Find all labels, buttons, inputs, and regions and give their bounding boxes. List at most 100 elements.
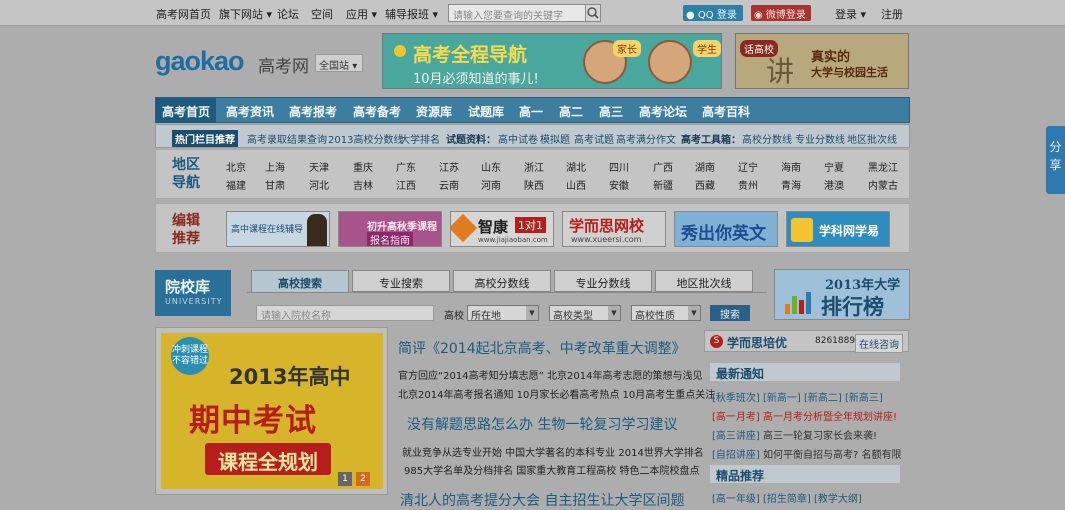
city-link[interactable]: 辽宁	[738, 159, 758, 174]
news-line[interactable]: 985大学名单及分档排名 国家重大教育工程高校 特色二本院校盘点	[404, 462, 699, 477]
qq-login-button[interactable]: ● QQ 登录	[683, 5, 743, 21]
tools-link[interactable]: 专业分数线	[795, 131, 845, 146]
nav-tab[interactable]: 高考首页	[156, 98, 217, 123]
nav-tab[interactable]: 高考资讯	[226, 103, 274, 120]
nature-select[interactable]: 高校性质 ▼	[631, 305, 701, 322]
midterm-promo-banner[interactable]: 冲刺课程 不容错过 2013年高中 期中考试 课程全规划 1 2	[155, 327, 388, 495]
city-link[interactable]: 湖南	[695, 159, 715, 174]
exam-link[interactable]: 高中试卷	[498, 131, 538, 146]
register-link[interactable]: 注册	[881, 6, 903, 22]
city-link[interactable]: 河北	[309, 177, 329, 192]
ad-autumn-course[interactable]: 初升高秋季课程 报名指南	[338, 211, 442, 247]
nav-tab[interactable]: 高三	[599, 103, 623, 120]
notice-item[interactable]: [高一月考] 高一月考分析暨全年规划讲座!	[712, 408, 897, 423]
city-link[interactable]: 北京	[226, 159, 246, 174]
news-headline[interactable]: 没有解题思路怎么办 生物一轮复习学习建议	[407, 414, 677, 434]
weibo-login-button[interactable]: ◉ 微博登录	[751, 5, 811, 21]
news-line[interactable]: 北京2014年高考报名通知 10月家长必看高考热点 10月高考生重点关注	[398, 386, 715, 401]
online-consult-button[interactable]: 在线咨询	[855, 334, 903, 353]
city-link[interactable]: 海南	[781, 159, 801, 174]
ad-zxxk[interactable]: 学科网学易	[786, 211, 890, 247]
ad-zhikang[interactable]: 智康 1对1 www.jiajiaoban.com	[450, 211, 554, 247]
share-tab[interactable]: 分享	[1046, 126, 1065, 194]
city-link[interactable]: 内蒙古	[868, 177, 898, 192]
tab-school-score[interactable]: 高校分数线	[453, 270, 551, 292]
nav-tab[interactable]: 高考备考	[353, 103, 401, 120]
search-button[interactable]	[585, 4, 601, 22]
banner-gaokao-guide[interactable]: 高考全程导航 10月必须知道的事儿! 家长 学生	[382, 33, 722, 89]
apps-menu[interactable]: 应用 ▾	[346, 6, 377, 22]
home-link[interactable]: 高考网首页	[156, 6, 211, 22]
city-link[interactable]: 福建	[226, 177, 246, 192]
city-link[interactable]: 甘肃	[265, 177, 285, 192]
nav-tab[interactable]: 高考报考	[289, 103, 337, 120]
tools-link[interactable]: 地区批次线	[847, 131, 897, 146]
city-link[interactable]: 湖北	[566, 159, 586, 174]
notice-item[interactable]: [秋季班次] [新高一] [新高二] [新高三]	[712, 389, 883, 404]
forum-link[interactable]: 论坛	[277, 6, 299, 22]
city-link[interactable]: 贵州	[738, 177, 758, 192]
city-link[interactable]: 宁夏	[824, 159, 844, 174]
type-select[interactable]: 高校类型 ▼	[549, 305, 621, 322]
university-ranking-banner[interactable]: 2013年大学 排行榜	[774, 269, 910, 320]
city-link[interactable]: 河南	[481, 177, 501, 192]
nav-tab[interactable]: 高一	[519, 103, 543, 120]
ad-english[interactable]: 秀出你英文	[674, 211, 778, 247]
city-link[interactable]: 青海	[781, 177, 801, 192]
city-link[interactable]: 江西	[396, 177, 416, 192]
tools-link[interactable]: 高校分数线	[742, 131, 792, 146]
tab-major-score[interactable]: 专业分数线	[554, 270, 652, 292]
tab-major-search[interactable]: 专业搜索	[352, 270, 450, 292]
city-link[interactable]: 山东	[481, 159, 501, 174]
hot-link[interactable]: 2013高校分数线	[328, 131, 403, 146]
nav-tab[interactable]: 试题库	[468, 103, 504, 120]
city-link[interactable]: 山西	[566, 177, 586, 192]
space-link[interactable]: 空间	[311, 6, 333, 22]
news-headline[interactable]: 清北人的高考提分大会 自主招生让大学区间题	[400, 490, 684, 510]
top-search-input[interactable]: 请输入您要查询的关键字	[448, 4, 586, 22]
city-link[interactable]: 江苏	[439, 159, 459, 174]
city-link[interactable]: 天津	[309, 159, 329, 174]
banner-campus-life[interactable]: 话高校 讲 真实的 大学与校园生活	[735, 33, 909, 89]
region-select[interactable]: 全国站 ▾	[315, 54, 363, 72]
tutoring-menu[interactable]: 辅导报班 ▾	[385, 6, 438, 22]
carousel-page[interactable]: 1	[338, 472, 352, 486]
exam-link[interactable]: 模拟题	[540, 131, 570, 146]
featured-links[interactable]: [高一年级] [招生简章] [教学大纲]	[712, 490, 862, 505]
login-menu[interactable]: 登录 ▾	[835, 6, 866, 22]
city-link[interactable]: 黑龙江	[868, 159, 898, 174]
carousel-page-active[interactable]: 2	[356, 472, 370, 486]
city-link[interactable]: 云南	[439, 177, 459, 192]
ad-xueersi[interactable]: 学而思网校 www.xueersi.com	[562, 211, 666, 247]
nav-tab[interactable]: 资源库	[416, 103, 452, 120]
city-link[interactable]: 陕西	[524, 177, 544, 192]
hot-link[interactable]: 高考录取结果查询	[247, 131, 327, 146]
sites-menu[interactable]: 旗下网站 ▾	[219, 6, 272, 22]
news-line[interactable]: 就业竞争从选专业开始 中国大学著名的本科专业 2014世界大学排名	[402, 444, 704, 459]
city-link[interactable]: 安徽	[609, 177, 629, 192]
city-link[interactable]: 上海	[265, 159, 285, 174]
exam-link[interactable]: 高考试题	[574, 131, 614, 146]
notice-item[interactable]: [自招讲座] 如何平衡自招与高考? 名额有限	[712, 446, 902, 461]
exam-link[interactable]: 高考满分作文	[616, 131, 676, 146]
news-line[interactable]: 官方回应“2014高考知分填志愿” 北京2014年高考志愿的策想与浅见	[398, 367, 702, 382]
site-logo[interactable]: gaokao	[155, 46, 245, 77]
city-link[interactable]: 西藏	[695, 177, 715, 192]
notice-item[interactable]: [高三讲座] 高三一轮复习家长会来袭!	[712, 427, 877, 442]
school-search-button[interactable]: 搜索	[710, 305, 750, 321]
school-db-logo[interactable]: 院校库 UNIVERSITY	[155, 270, 231, 316]
city-link[interactable]: 四川	[609, 159, 629, 174]
tab-region-batch[interactable]: 地区批次线	[655, 270, 753, 292]
nav-tab[interactable]: 高二	[559, 103, 583, 120]
city-link[interactable]: 新疆	[653, 177, 673, 192]
city-link[interactable]: 广东	[396, 159, 416, 174]
city-link[interactable]: 广西	[653, 159, 673, 174]
city-link[interactable]: 浙江	[524, 159, 544, 174]
city-link[interactable]: 吉林	[353, 177, 373, 192]
news-headline[interactable]: 简评《2014起北京高考、中考改革重大调整》	[398, 338, 686, 358]
school-name-input[interactable]: 请输入院校名称	[256, 305, 434, 322]
tab-school-search[interactable]: 高校搜索	[251, 270, 349, 292]
hot-link[interactable]: 大学排名	[400, 131, 440, 146]
nav-tab[interactable]: 高考论坛	[639, 103, 687, 120]
nav-tab[interactable]: 高考百科	[702, 103, 750, 120]
